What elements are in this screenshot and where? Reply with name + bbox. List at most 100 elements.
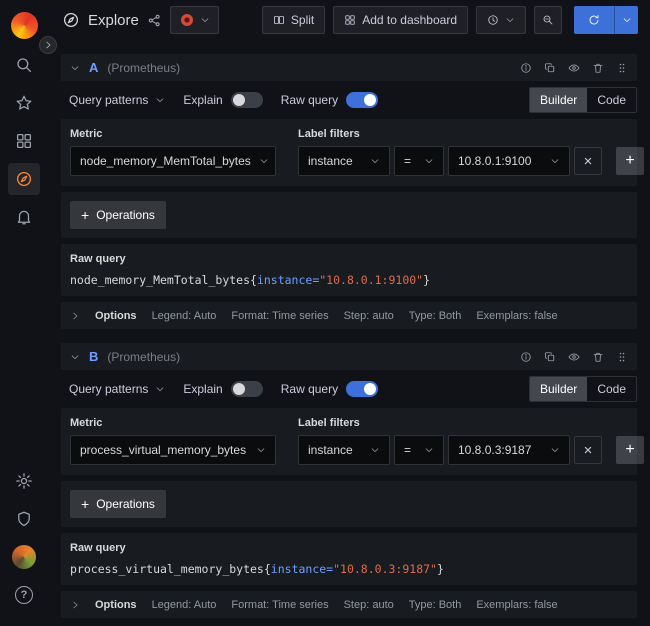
filter-operator-select[interactable]: = [394,435,444,465]
explain-toggle[interactable] [231,92,263,108]
sidebar-item-help[interactable]: ? [8,579,40,611]
add-filter-button[interactable]: + [616,147,644,175]
shield-icon [15,510,33,528]
add-operation-button[interactable]: + Operations [70,201,166,229]
query-patterns-dropdown[interactable]: Query patterns [69,382,165,396]
remove-query-button[interactable] [592,62,604,74]
code-close: } [437,562,444,576]
plus-icon: + [81,496,89,512]
grafana-logo-icon [11,12,38,39]
editor-mode-group: Builder Code [529,376,637,402]
filter-label-select[interactable]: instance [298,435,390,465]
duplicate-query-button[interactable] [544,351,556,363]
collapse-query-button[interactable] [70,352,80,362]
filter-label-value: instance [308,154,353,168]
chevron-down-icon [256,445,266,455]
add-filter-button[interactable]: + [616,436,644,464]
raw-query-label: Raw query [281,93,338,107]
code-value: "10.8.0.1:9100" [319,273,423,287]
sidebar-expand-button[interactable] [39,36,57,54]
drag-query-handle[interactable] [616,62,628,74]
raw-query-label: Raw query [281,382,338,396]
metric-filters-block: Metric process_virtual_memory_bytes Labe… [61,408,637,475]
add-operation-button[interactable]: + Operations [70,490,166,518]
zoom-out-button[interactable] [534,6,562,34]
remove-filter-button[interactable]: × [574,436,602,464]
metric-value: process_virtual_memory_bytes [80,443,246,457]
toggle-knob [233,383,245,395]
grafana-home-button[interactable] [8,11,40,43]
raw-query-toggle[interactable] [346,381,378,397]
label-filter-row: instance = 10.8.0.1:9100 × [298,146,644,176]
chevron-down-icon [424,445,434,455]
chevron-down-icon [370,445,380,455]
sidebar-item-starred[interactable] [8,87,40,119]
main-column: Explore Split Add to dashboard [48,0,650,626]
explain-toggle[interactable] [231,381,263,397]
sidebar-item-profile[interactable] [8,541,40,573]
code-mode-button[interactable]: Code [587,377,636,401]
builder-mode-button[interactable]: Builder [530,88,587,112]
sidebar-item-server-admin[interactable] [8,503,40,535]
options-legend: Legend: Auto [152,310,217,322]
plus-icon: + [81,207,89,223]
duplicate-query-button[interactable] [544,62,556,74]
filter-value-select[interactable]: 10.8.0.3:9187 [448,435,570,465]
sidebar-item-dashboards[interactable] [8,125,40,157]
time-range-picker[interactable] [476,6,526,34]
share-shortlink-button[interactable] [147,13,162,28]
explore-content: A (Prometheus) Query patterns [48,40,650,626]
filter-operator-select[interactable]: = [394,146,444,176]
run-query-interval-dropdown[interactable] [614,6,638,34]
remove-filter-button[interactable]: × [574,147,602,175]
metric-select[interactable]: node_memory_MemTotal_bytes [70,146,276,176]
trash-icon [592,62,604,74]
code-value: "10.8.0.3:9187" [333,562,437,576]
copy-icon [544,62,556,74]
query-help-button[interactable] [520,351,532,363]
sidebar-item-search[interactable] [8,49,40,81]
collapse-query-button[interactable] [70,63,80,73]
builder-mode-button[interactable]: Builder [530,377,587,401]
metric-field: Metric node_memory_MemTotal_bytes [70,128,276,176]
query-ref-id[interactable]: B [89,349,98,364]
chevron-right-icon [70,600,80,610]
query-options-collapsed-row[interactable]: Options Legend: Auto Format: Time series… [61,302,637,329]
star-icon [15,94,33,112]
split-button[interactable]: Split [262,6,325,34]
sidebar-item-explore[interactable] [8,163,40,195]
info-circle-icon [520,62,532,74]
sidebar-item-configuration[interactable] [8,465,40,497]
datasource-picker[interactable] [170,6,219,34]
hide-query-button[interactable] [568,62,580,74]
filter-label-select[interactable]: instance [298,146,390,176]
options-format: Format: Time series [231,310,328,322]
sidebar-item-alerting[interactable] [8,201,40,233]
query-options-toolbar: Query patterns Explain Raw query Builder [61,376,637,402]
query-options-collapsed-row[interactable]: Options Legend: Auto Format: Time series… [61,591,637,618]
query-help-button[interactable] [520,62,532,74]
explain-label: Explain [183,382,222,396]
query-editor-row-a: A (Prometheus) Query patterns [61,54,637,329]
raw-query-toggle[interactable] [346,92,378,108]
query-ref-id[interactable]: A [89,60,98,75]
filter-value-select[interactable]: 10.8.0.1:9100 [448,146,570,176]
query-patterns-label: Query patterns [69,93,148,107]
sidebar-nav: ? [0,0,48,626]
refresh-icon [588,14,600,26]
remove-query-button[interactable] [592,351,604,363]
raw-query-switch-field: Raw query [281,381,378,397]
split-columns-icon [273,14,285,26]
query-patterns-dropdown[interactable]: Query patterns [69,93,165,107]
drag-query-handle[interactable] [616,351,628,363]
chevron-down-icon [370,156,380,166]
code-mode-button[interactable]: Code [587,88,636,112]
add-to-dashboard-button[interactable]: Add to dashboard [333,6,468,34]
compass-icon [15,170,33,188]
hide-query-button[interactable] [568,351,580,363]
explain-label: Explain [183,93,222,107]
metric-select[interactable]: process_virtual_memory_bytes [70,435,276,465]
page-title: Explore [88,12,139,29]
run-query-button[interactable] [574,6,614,34]
add-to-dashboard-label: Add to dashboard [362,13,457,27]
